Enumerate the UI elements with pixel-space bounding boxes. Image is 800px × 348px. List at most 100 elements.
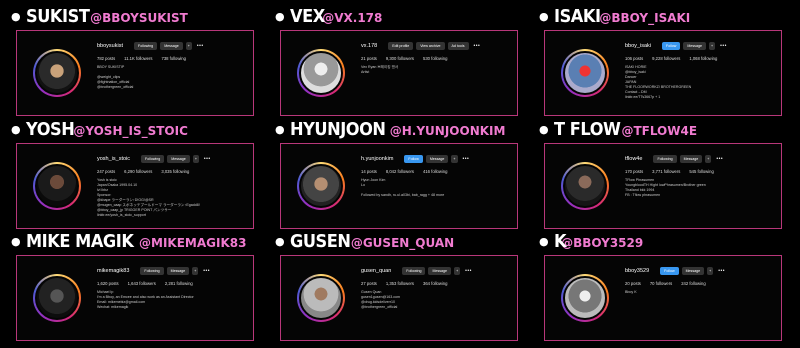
bullet-icon: ● — [11, 123, 21, 136]
more-options-icon[interactable]: ••• — [720, 43, 727, 49]
dancer-handle[interactable]: @VX.178 — [322, 11, 382, 25]
more-options-icon[interactable]: ••• — [718, 268, 725, 274]
following-button[interactable]: Following — [141, 155, 165, 163]
username: h.yunjoonkim — [361, 156, 394, 162]
following-count[interactable]: 416 following — [423, 169, 447, 174]
profile-photo — [563, 276, 607, 320]
dancer-handle[interactable]: @BBOY3529 — [561, 236, 643, 250]
following-count[interactable]: 545 following — [689, 169, 713, 174]
more-options-icon[interactable]: ••• — [465, 268, 472, 274]
suggest-button[interactable]: + — [451, 155, 458, 163]
dancer-handle[interactable]: @BBOY_ISAKI — [599, 11, 690, 25]
profile-stats: 170 posts 3,771 followers 545 following — [625, 169, 775, 174]
following-count[interactable]: 3,035 following — [161, 169, 189, 174]
follow-button[interactable]: Follow — [660, 267, 679, 275]
message-button[interactable]: Message — [679, 155, 703, 163]
view-archive-button[interactable]: View archive — [416, 42, 445, 50]
followers-count[interactable]: 1,643 followers — [128, 281, 156, 286]
profile-cell-k: ● K @BBOY3529 bboy3529 Follow Message + ••• 2… — [539, 231, 787, 341]
following-button[interactable]: Following — [140, 267, 164, 275]
bio-line: Artist — [361, 70, 370, 74]
message-button[interactable]: Message — [428, 267, 452, 275]
suggest-button[interactable]: + — [192, 267, 199, 275]
more-options-icon[interactable]: ••• — [203, 268, 210, 274]
followers-count[interactable]: 3,771 followers — [652, 169, 680, 174]
username: vx.178 — [361, 43, 378, 49]
avatar[interactable] — [561, 49, 609, 97]
suggest-button[interactable]: + — [708, 42, 716, 50]
avatar[interactable] — [297, 162, 345, 210]
followers-count[interactable]: 8,042 followers — [386, 169, 414, 174]
following-count[interactable]: 738 following — [162, 56, 186, 61]
avatar[interactable] — [297, 274, 345, 322]
following-count[interactable]: 364 following — [423, 281, 447, 286]
following-count[interactable]: 2,281 following — [165, 281, 193, 286]
profile-cell-sukist: ● SUKIST @BBOYSUKIST bboysukist Following… — [11, 6, 259, 116]
more-options-icon[interactable]: ••• — [716, 156, 723, 162]
following-button[interactable]: Following — [134, 42, 158, 50]
followers-count[interactable]: 9,228 followers — [652, 56, 680, 61]
bio-line: Followed by sandh, ru.ul.a03bi, bab_ragg… — [361, 193, 445, 197]
message-button[interactable]: Message — [681, 267, 705, 275]
posts-count: 247 posts — [97, 169, 116, 174]
suggest-button[interactable]: + — [705, 155, 712, 163]
message-button[interactable]: Message — [160, 42, 183, 50]
edit-profile-button[interactable]: Edit profile — [388, 42, 414, 50]
following-count[interactable]: 242 following — [681, 281, 705, 286]
followers-count[interactable]: 6,290 followers — [124, 169, 152, 174]
more-options-icon[interactable]: ••• — [474, 43, 481, 49]
avatar[interactable] — [297, 49, 345, 97]
dancer-handle[interactable]: @MIKEMAGIK83 — [139, 236, 246, 250]
message-button[interactable]: Message — [683, 42, 706, 50]
follow-button[interactable]: Follow — [662, 42, 681, 50]
dancer-handle[interactable]: @H.YUNJOONKIM — [390, 124, 506, 138]
more-options-icon[interactable]: ••• — [204, 156, 211, 162]
message-button[interactable]: Message — [425, 155, 449, 163]
followers-count[interactable]: 70 followers — [650, 281, 672, 286]
message-button[interactable]: Message — [166, 267, 190, 275]
following-count[interactable]: 530 following — [423, 56, 447, 61]
avatar[interactable] — [33, 274, 81, 322]
avatar[interactable] — [33, 49, 81, 97]
username: tflow4e — [625, 156, 643, 162]
following-button[interactable]: Following — [402, 267, 426, 275]
profile-header-row: h.yunjoonkim Follow Message + ••• — [361, 154, 511, 164]
posts-count: 170 posts — [625, 169, 644, 174]
profile-card: tflow4e Following Message + ••• 170 posts 3,77… — [544, 143, 782, 229]
followers-count[interactable]: 11.1K followers — [124, 56, 152, 61]
bio-line[interactable]: @brothergreen_official — [97, 85, 247, 90]
dancer-handle[interactable]: @TFLOW4E — [621, 124, 697, 138]
bio-line[interactable]: linktr.ee/TTs3667p + 1 — [625, 95, 775, 100]
bio-line[interactable]: @brothergreen_official — [361, 305, 511, 310]
dancer-handle[interactable]: @YOSH_IS_STOIC — [73, 124, 188, 138]
avatar[interactable] — [33, 162, 81, 210]
dancer-handle[interactable]: @BBOYSUKIST — [90, 11, 188, 25]
profile-photo — [35, 164, 79, 208]
suggest-button[interactable]: + — [707, 267, 714, 275]
username: gusen_quan — [361, 268, 392, 274]
profile-photo — [299, 51, 343, 95]
posts-count: 21 posts — [361, 56, 377, 61]
ad-tools-button[interactable]: Ad tools — [447, 42, 469, 50]
following-count[interactable]: 1,068 following — [689, 56, 717, 61]
bio-line[interactable]: linktr.ee/yosh_is_stoic_support — [97, 213, 247, 218]
followers-count[interactable]: 1,353 followers — [386, 281, 414, 286]
message-button[interactable]: Message — [167, 155, 190, 163]
dancer-handle[interactable]: @GUSEN_QUAN — [351, 236, 454, 250]
profile-info: bboy_isaki Follow Message + ••• 106 posts 9,22… — [625, 41, 775, 100]
profile-bio: Michael Ip I'm a Bboy, an Emcee and also … — [97, 290, 247, 310]
profile-stats: 247 posts 6,290 followers 3,035 following — [97, 169, 247, 174]
more-options-icon[interactable]: ••• — [463, 156, 470, 162]
suggest-button[interactable]: + — [185, 42, 192, 50]
following-button[interactable]: Following — [653, 155, 677, 163]
followers-count[interactable]: 9,300 followers — [386, 56, 414, 61]
avatar[interactable] — [561, 274, 609, 322]
follow-button[interactable]: Follow — [404, 155, 423, 163]
avatar[interactable] — [561, 162, 609, 210]
suggest-button[interactable]: + — [192, 155, 199, 163]
profile-card: bboy3529 Follow Message + ••• 20 posts 70 foll… — [544, 255, 782, 341]
profile-title: ● ISAKI @BBOY_ISAKI — [539, 6, 690, 28]
dancer-name: HYUNJOON — [289, 119, 386, 140]
suggest-button[interactable]: + — [454, 267, 461, 275]
more-options-icon[interactable]: ••• — [197, 43, 204, 49]
